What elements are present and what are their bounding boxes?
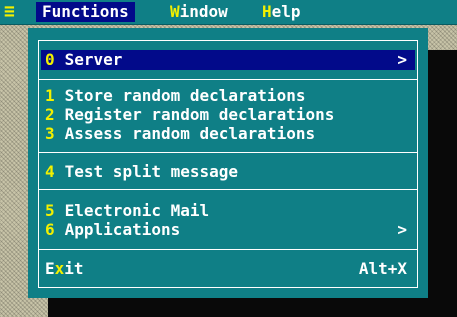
- menu-help-label: elp: [271, 2, 301, 21]
- menu-help-hotkey: H: [262, 2, 272, 21]
- menu-functions-label: unctions: [51, 2, 129, 21]
- functions-dropdown: 0 Server > 1 Store random declarations 2 Re…: [28, 28, 428, 298]
- menu-item-exit[interactable]: Exit Alt+X: [41, 259, 415, 279]
- menu-window-hotkey: W: [170, 2, 180, 21]
- item-number: 1: [45, 86, 55, 105]
- divider: [38, 79, 418, 80]
- item-label: Register random declarations: [64, 105, 335, 124]
- menu-item-applications[interactable]: 6 Applications >: [41, 220, 415, 240]
- menu-item-store-random-declarations[interactable]: 1 Store random declarations: [41, 86, 415, 106]
- item-number: 6: [45, 220, 55, 239]
- system-menu-icon[interactable]: ≡: [4, 2, 15, 22]
- menu-item-assess-random-declarations[interactable]: 3 Assess random declarations: [41, 124, 415, 144]
- item-number: 5: [45, 201, 55, 220]
- item-number: 3: [45, 124, 55, 143]
- menu-item-electronic-mail[interactable]: 5 Electronic Mail: [41, 201, 415, 221]
- exit-label-hotkey: x: [54, 259, 65, 278]
- menu-window[interactable]: Window: [170, 2, 228, 22]
- exit-accelerator: Alt+X: [358, 259, 407, 278]
- chevron-right-icon: >: [397, 220, 407, 239]
- menu-item-register-random-declarations[interactable]: 2 Register random declarations: [41, 105, 415, 125]
- exit-label-suffix: it: [64, 259, 84, 278]
- menu-bar: ≡ Functions Window Help: [0, 0, 457, 25]
- item-number: 4: [45, 162, 55, 181]
- item-label: Store random declarations: [64, 86, 306, 105]
- menu-item-test-split-message[interactable]: 4 Test split message: [41, 162, 415, 182]
- item-number: 2: [45, 105, 55, 124]
- menu-item-server[interactable]: 0 Server >: [41, 50, 415, 70]
- chevron-right-icon: >: [397, 50, 407, 69]
- item-label: Test split message: [64, 162, 239, 181]
- divider: [38, 189, 418, 190]
- server-number: 0: [45, 50, 55, 69]
- menu-functions-label-hotkey: F: [42, 2, 52, 21]
- exit-label-prefix: E: [45, 259, 55, 278]
- item-label: Electronic Mail: [64, 201, 210, 220]
- divider: [38, 249, 418, 250]
- menu-help[interactable]: Help: [262, 2, 301, 22]
- item-label: Assess random declarations: [64, 124, 316, 143]
- divider: [38, 152, 418, 153]
- menu-window-label: indow: [179, 2, 228, 21]
- item-label: Applications: [64, 220, 181, 239]
- server-label: Server: [64, 50, 123, 69]
- menu-functions[interactable]: Functions: [36, 2, 135, 22]
